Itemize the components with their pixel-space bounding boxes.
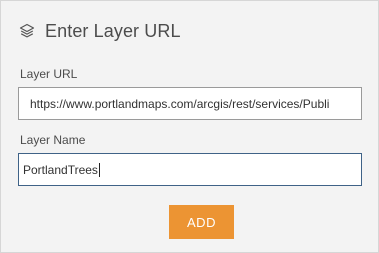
panel-header: Enter Layer URL bbox=[17, 19, 181, 43]
layer-name-value: PortlandTrees bbox=[23, 162, 98, 177]
layer-url-label: Layer URL bbox=[20, 67, 78, 81]
layer-name-input[interactable]: PortlandTrees bbox=[18, 153, 362, 186]
layer-url-value: https://www.portlandmaps.com/arcgis/rest… bbox=[30, 96, 330, 111]
layer-name-label: Layer Name bbox=[20, 133, 86, 147]
layer-url-input[interactable]: https://www.portlandmaps.com/arcgis/rest… bbox=[18, 87, 362, 120]
text-caret bbox=[98, 162, 100, 177]
add-layer-panel: Enter Layer URL Layer URL https://www.po… bbox=[0, 0, 379, 253]
layers-icon bbox=[17, 21, 37, 41]
add-button[interactable]: ADD bbox=[169, 205, 234, 239]
panel-title: Enter Layer URL bbox=[45, 20, 181, 41]
